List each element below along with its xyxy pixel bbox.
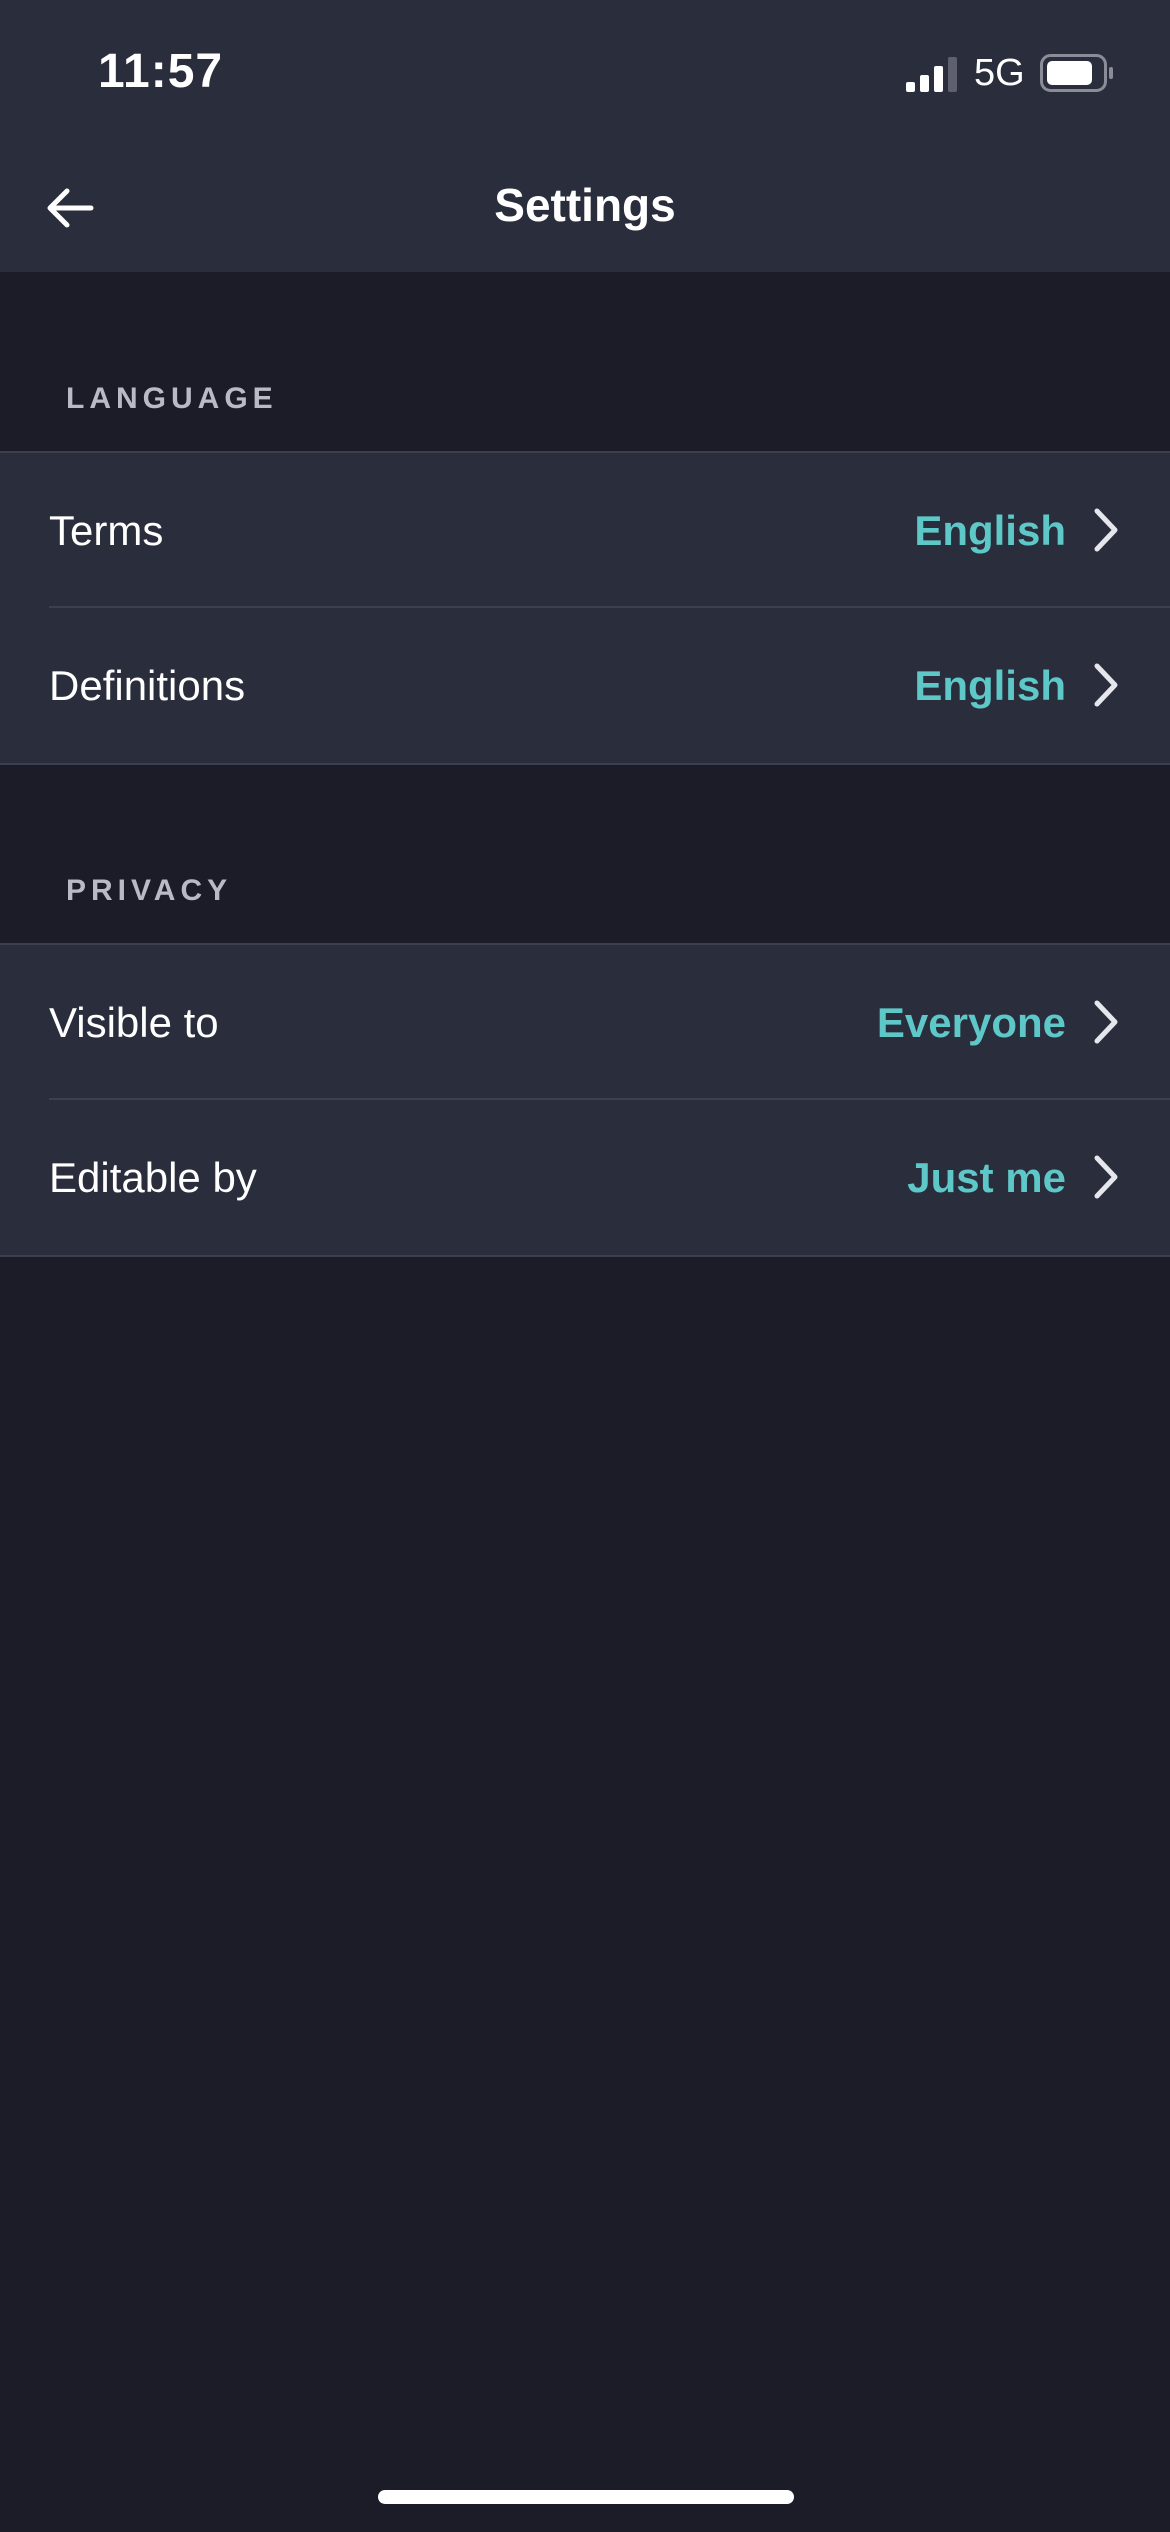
row-editable-by[interactable]: Editable by Just me	[0, 1100, 1170, 1255]
top-bar-background: 11:57 5G Settings	[0, 0, 1170, 272]
row-label: Definitions	[49, 662, 246, 709]
row-label: Terms	[49, 507, 164, 554]
section-header-privacy: PRIVACY	[66, 874, 233, 907]
battery-icon	[1040, 54, 1113, 92]
chevron-right-icon	[1094, 663, 1118, 707]
row-label: Visible to	[49, 999, 219, 1046]
status-bar: 11:57 5G	[0, 0, 1170, 140]
network-type-label: 5G	[974, 52, 1025, 94]
section-header-language: LANGUAGE	[66, 382, 278, 415]
privacy-group: Visible to Everyone Editable by Just me	[0, 943, 1170, 1257]
home-indicator[interactable]	[378, 2490, 794, 2504]
row-definitions-language[interactable]: Definitions English	[0, 608, 1170, 763]
row-terms-language[interactable]: Terms English	[0, 453, 1170, 608]
row-label: Editable by	[49, 1154, 257, 1201]
navigation-header: Settings	[0, 140, 1170, 272]
signal-bars-icon	[906, 57, 957, 92]
row-value: English	[914, 507, 1066, 554]
chevron-right-icon	[1094, 508, 1118, 552]
row-value: Just me	[907, 1154, 1066, 1201]
row-visible-to[interactable]: Visible to Everyone	[0, 945, 1170, 1100]
language-group: Terms English Definitions English	[0, 451, 1170, 765]
row-value: English	[914, 662, 1066, 709]
row-value: Everyone	[876, 999, 1066, 1046]
status-time: 11:57	[98, 45, 224, 98]
chevron-right-icon	[1094, 1155, 1118, 1199]
page-title: Settings	[494, 179, 676, 231]
chevron-right-icon	[1094, 1000, 1118, 1044]
